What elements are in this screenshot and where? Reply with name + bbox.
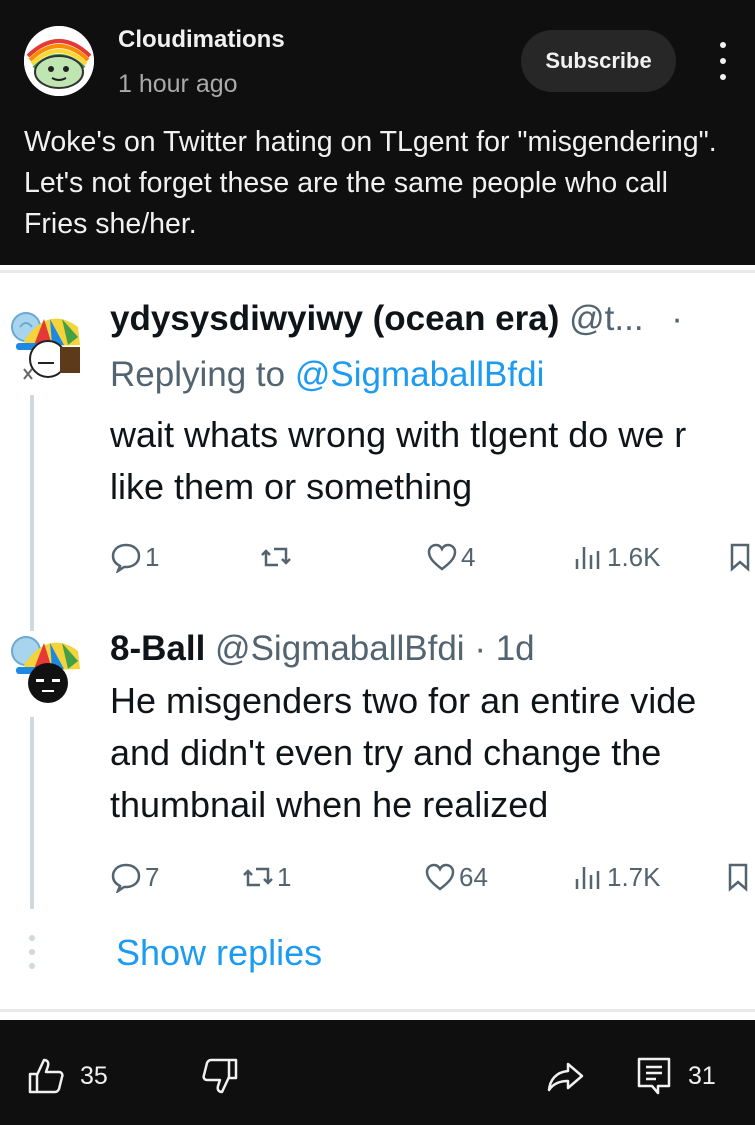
thread-line xyxy=(30,717,34,909)
post-timestamp: 1 hour ago xyxy=(118,70,238,98)
tweet-body-line: He misgenders two for an entire vide xyxy=(110,680,697,721)
comment-icon xyxy=(637,1057,671,1095)
thread-more-dots xyxy=(27,935,37,969)
retweet-icon xyxy=(261,547,291,567)
reply-action[interactable]: 1 xyxy=(110,537,159,577)
replying-to-label: Replying to xyxy=(110,355,295,394)
tweet-body: He misgenders two for an entire vide and… xyxy=(110,675,755,831)
channel-name[interactable]: Cloudimations xyxy=(118,26,285,54)
share-button[interactable] xyxy=(546,1056,586,1096)
bookmark-icon xyxy=(728,863,748,892)
reply-bubble-icon xyxy=(111,543,141,573)
like-action[interactable]: 4 xyxy=(426,537,475,577)
show-replies-link[interactable]: Show replies xyxy=(116,932,322,974)
post-image[interactable]: ydysysdiwyiwy (ocean era) @t... · Replyi… xyxy=(0,265,755,1020)
retweet-action[interactable]: 1 xyxy=(242,857,291,897)
reply-count: 7 xyxy=(145,861,160,892)
thumbs-down-icon xyxy=(202,1058,238,1094)
like-action[interactable]: 64 xyxy=(424,857,488,897)
like-count: 4 xyxy=(461,541,476,572)
views-count: 1.6K xyxy=(607,541,661,572)
tweet-display-name[interactable]: 8-Ball xyxy=(110,629,205,668)
tweet-body: wait whats wrong with tlgent do we r lik… xyxy=(110,409,755,513)
comments-button[interactable]: 31 xyxy=(634,1056,716,1096)
share-arrow-icon xyxy=(547,1062,584,1092)
post-header: Cloudimations 1 hour ago Subscribe Woke'… xyxy=(0,0,755,265)
thread-line xyxy=(30,395,34,631)
views-bars-icon xyxy=(575,547,600,569)
dislike-button[interactable] xyxy=(200,1056,240,1096)
tweet-header: 8-Ball @SigmaballBfdi · 1d xyxy=(110,629,535,669)
like-button[interactable]: 35 xyxy=(26,1056,108,1096)
heart-icon xyxy=(427,543,457,571)
tweet-body-line: wait whats wrong with tlgent do we r xyxy=(110,414,687,455)
tweet-avatar xyxy=(4,297,88,381)
heart-icon xyxy=(425,863,455,891)
replying-to-mention[interactable]: @SigmaballBfdi xyxy=(295,355,545,394)
bookmark-action[interactable] xyxy=(722,857,754,897)
retweet-icon xyxy=(243,867,273,887)
bookmark-icon xyxy=(730,543,750,572)
tweet-body-line: like them or something xyxy=(110,466,473,507)
divider xyxy=(0,270,755,273)
views-count: 1.7K xyxy=(607,861,661,892)
channel-avatar[interactable] xyxy=(24,26,94,96)
retweet-action[interactable] xyxy=(260,537,295,577)
divider xyxy=(0,1009,755,1012)
tweet-handle[interactable]: @SigmaballBfdi xyxy=(215,629,465,668)
subscribe-button[interactable]: Subscribe xyxy=(521,30,676,92)
tweet-actions: 7 1 64 1.7K xyxy=(110,857,755,897)
more-vert-icon[interactable] xyxy=(706,38,740,84)
tweet-meta: · 1d xyxy=(474,629,535,668)
views-action[interactable]: 1.7K xyxy=(572,857,661,897)
tweet-handle[interactable]: @t... xyxy=(569,299,643,338)
reply-bubble-icon xyxy=(111,863,141,893)
tweet-display-name[interactable]: ydysysdiwyiwy (ocean era) xyxy=(110,299,559,338)
bookmark-action[interactable] xyxy=(724,537,755,577)
tweet-body-line: thumbnail when he realized xyxy=(110,784,549,825)
views-action[interactable]: 1.6K xyxy=(572,537,661,577)
thumbs-up-icon xyxy=(28,1058,64,1094)
comment-count: 31 xyxy=(688,1061,716,1090)
tweet-actions: 1 4 1.6K xyxy=(110,537,755,577)
retweet-count: 1 xyxy=(277,861,292,892)
replying-to: Replying to @SigmaballBfdi xyxy=(110,355,544,395)
like-count: 64 xyxy=(459,861,488,892)
post-action-bar: 35 31 xyxy=(0,1020,755,1125)
tweet-header: ydysysdiwyiwy (ocean era) @t... · xyxy=(110,299,683,339)
views-bars-icon xyxy=(575,867,600,889)
tweet-body-line: and didn't even try and change the xyxy=(110,732,662,773)
reply-count: 1 xyxy=(145,541,160,572)
like-count: 35 xyxy=(80,1061,108,1090)
tweet-avatar xyxy=(4,621,88,705)
tweet-meta: · xyxy=(671,299,683,338)
reply-action[interactable]: 7 xyxy=(110,857,159,897)
post-text: Woke's on Twitter hating on TLgent for "… xyxy=(24,126,717,240)
